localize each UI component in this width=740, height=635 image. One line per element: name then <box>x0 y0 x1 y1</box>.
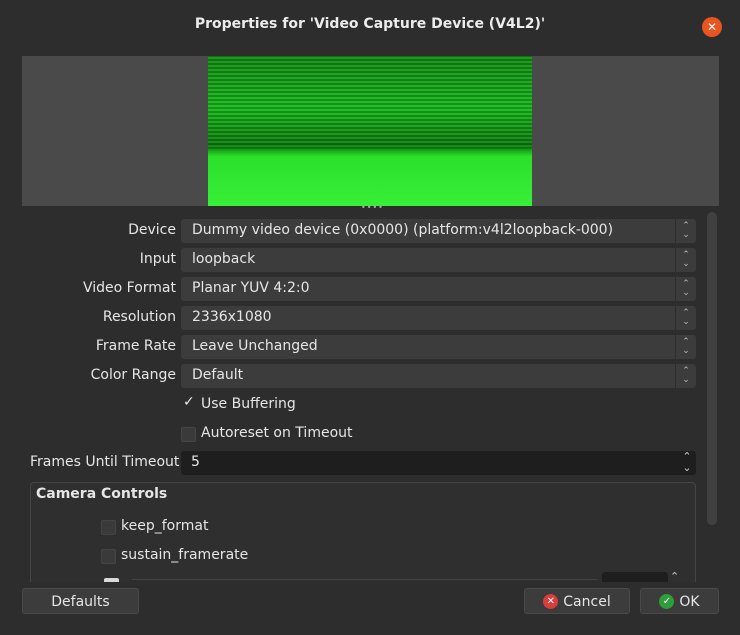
color-range-select[interactable]: Default ⌃ ⌄ <box>181 364 696 388</box>
frames-timeout-label: Frames Until Timeout <box>30 454 180 470</box>
slider-track[interactable] <box>132 579 597 580</box>
resolution-select[interactable]: 2336x1080 ⌃ ⌄ <box>181 306 696 330</box>
preview-frame <box>208 56 532 206</box>
color-range-label: Color Range <box>90 367 176 383</box>
checkbox-box <box>181 427 196 442</box>
video-format-label: Video Format <box>82 280 176 296</box>
updown-chevron-icon: ⌃ ⌄ <box>675 219 696 243</box>
cancel-button[interactable]: ✕ Cancel <box>524 588 630 614</box>
input-row: Input loopback ⌃ ⌄ <box>22 248 696 272</box>
preview-noise <box>208 56 532 149</box>
camera-controls-title: Camera Controls <box>36 486 168 502</box>
camera-controls-group: Camera Controls keep_format sustain_fram… <box>30 482 696 582</box>
video-preview <box>22 56 719 206</box>
title-bar: Properties for 'Video Capture Device (V4… <box>0 0 740 46</box>
cancel-icon: ✕ <box>543 593 559 609</box>
frame-rate-value: Leave Unchanged <box>192 338 318 354</box>
properties-form: Device Dummy video device (0x0000) (plat… <box>22 212 712 582</box>
window-title: Properties for 'Video Capture Device (V4… <box>194 16 546 32</box>
frame-rate-select[interactable]: Leave Unchanged ⌃ ⌄ <box>181 335 696 359</box>
frame-rate-label: Frame Rate <box>95 338 176 354</box>
partial-checkbox[interactable] <box>104 578 119 582</box>
scrollbar-thumb[interactable] <box>707 212 717 525</box>
frames-timeout-row: Frames Until Timeout 5 ⌃ ⌄ <box>22 451 696 475</box>
partial-cut-off-row: ⌃ <box>22 570 696 582</box>
ok-label: OK <box>679 594 700 610</box>
scrollbar[interactable] <box>707 212 717 525</box>
device-row: Device Dummy video device (0x0000) (plat… <box>22 219 696 243</box>
input-label: Input <box>139 251 176 267</box>
checkbox-box <box>101 549 116 564</box>
updown-chevron-icon: ⌃ ⌄ <box>675 248 696 272</box>
video-format-row: Video Format Planar YUV 4:2:0 ⌃ ⌄ <box>22 277 696 301</box>
video-format-select[interactable]: Planar YUV 4:2:0 ⌃ ⌄ <box>181 277 696 301</box>
defaults-button[interactable]: Defaults <box>22 588 139 614</box>
sustain-framerate-label: sustain_framerate <box>121 547 249 563</box>
preview-splitter-handle[interactable]: •••• <box>361 204 383 212</box>
frames-timeout-value: 5 <box>191 454 200 470</box>
spin-up-icon[interactable]: ⌃ <box>670 570 679 582</box>
frames-timeout-spinbox[interactable]: 5 ⌃ ⌄ <box>181 451 696 475</box>
ok-button[interactable]: ✓ OK <box>640 588 719 614</box>
input-select[interactable]: loopback ⌃ ⌄ <box>181 248 696 272</box>
updown-chevron-icon: ⌃ ⌄ <box>675 335 696 359</box>
device-value: Dummy video device (0x0000) (platform:v4… <box>192 222 614 238</box>
ok-icon: ✓ <box>659 593 675 609</box>
input-value: loopback <box>192 251 256 267</box>
checkmark-icon: ✓ <box>183 394 195 410</box>
updown-chevron-icon: ⌃ ⌄ <box>675 277 696 301</box>
resolution-value: 2336x1080 <box>192 309 272 325</box>
resolution-label: Resolution <box>102 309 176 325</box>
resolution-row: Resolution 2336x1080 ⌃ ⌄ <box>22 306 696 330</box>
device-select[interactable]: Dummy video device (0x0000) (platform:v4… <box>181 219 696 243</box>
cancel-label: Cancel <box>563 594 611 610</box>
video-format-value: Planar YUV 4:2:0 <box>192 280 310 296</box>
frame-rate-row: Frame Rate Leave Unchanged ⌃ ⌄ <box>22 335 696 359</box>
partial-spinbox[interactable] <box>602 572 668 582</box>
autoreset-label: Autoreset on Timeout <box>201 425 353 441</box>
updown-chevron-icon: ⌃ ⌄ <box>675 306 696 330</box>
spin-arrows-icon[interactable]: ⌃ ⌄ <box>678 451 696 475</box>
checkbox-box <box>101 520 116 535</box>
use-buffering-label: Use Buffering <box>201 396 296 412</box>
device-label: Device <box>128 222 176 238</box>
close-icon[interactable]: ✕ <box>702 17 722 37</box>
updown-chevron-icon: ⌃ ⌄ <box>675 364 696 388</box>
color-range-row: Color Range Default ⌃ ⌄ <box>22 364 696 388</box>
color-range-value: Default <box>192 367 244 383</box>
keep-format-label: keep_format <box>121 518 209 534</box>
